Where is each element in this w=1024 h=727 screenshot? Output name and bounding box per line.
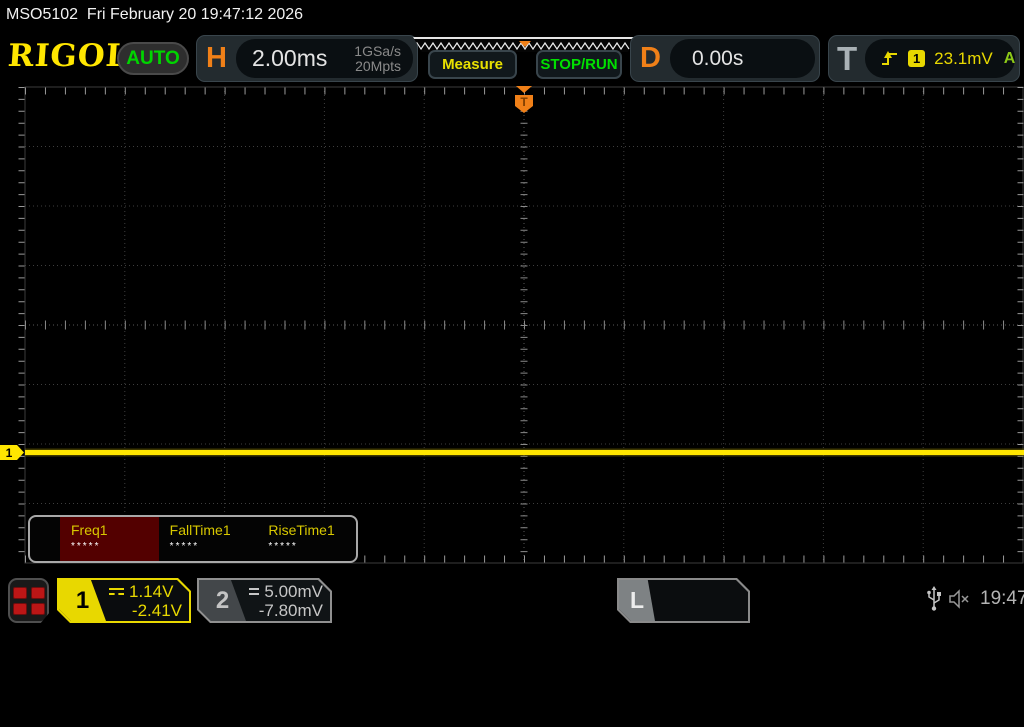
channel1-number-tab[interactable]: 1 (59, 580, 106, 621)
status-bar-title: MSO5102 Fri February 20 19:47:12 2026 (6, 6, 304, 23)
rising-edge-icon (882, 51, 898, 65)
memory-depth: 20Mpts (355, 57, 401, 74)
channel1-marker-number: 1 (6, 446, 13, 460)
overview-position-marker[interactable] (519, 41, 531, 47)
delay-display[interactable]: 0.00s (669, 39, 815, 78)
trigger-level-value: 23.1mV (934, 48, 993, 68)
channel1-position-marker[interactable]: 1 (0, 445, 24, 460)
speaker-mute-icon (949, 589, 969, 609)
trigger-status-badge: AUTO (117, 42, 189, 75)
grid-icon (12, 602, 27, 615)
channel1-scale: 1.14V (129, 581, 174, 601)
channel1-offset: -2.41V (131, 601, 182, 620)
channel2-scale: 5.00mV (264, 581, 323, 601)
channel2-offset: -7.80mV (258, 601, 323, 620)
measurement-value: ***** (169, 541, 200, 552)
sample-rate: 1GSa/s (354, 42, 401, 59)
measurement-item-freq1[interactable]: Freq1 ***** (60, 517, 159, 561)
channel2-number-tab[interactable]: 2 (199, 580, 246, 621)
usb-icon (927, 586, 941, 611)
trigger-source-badge: 1 (908, 50, 926, 67)
logic-analyzer-tab[interactable]: L (619, 580, 655, 621)
measurement-value: ***** (268, 541, 298, 552)
trigger-position-marker[interactable]: T (515, 86, 533, 113)
horizontal-label: H (206, 42, 227, 74)
quick-menu-button[interactable] (8, 578, 49, 623)
grid-center-crosshair (25, 87, 1023, 563)
measurement-label: Freq1 (71, 522, 108, 538)
grid-icon (12, 586, 27, 599)
digital-channels-row1: 0 1 2 3 4 5 6 7 (661, 621, 742, 635)
timebase-display[interactable]: 2.00ms 1GSa/s 20Mpts (235, 39, 413, 78)
stop-run-button[interactable]: STOP/RUN (536, 50, 622, 79)
rigol-logo: RIGOL (6, 38, 130, 74)
measurement-item-risetime1[interactable]: RiseTime1 ***** (257, 517, 356, 561)
digital-channels-row2: 8 9 10 11 12 13 14 15 (661, 675, 742, 689)
waveform-display-area[interactable]: T 1 (0, 85, 1024, 567)
timebase-value: 2.00ms (251, 45, 328, 71)
trigger-display[interactable]: 1 23.1mV A (865, 39, 1016, 78)
grid-icon (30, 586, 45, 599)
trigger-marker-letter: T (520, 95, 528, 109)
measure-button[interactable]: Measure (428, 50, 517, 79)
grid-icon (30, 602, 45, 615)
horizontal-menu[interactable]: H 2.00ms 1GSa/s 20Mpts (196, 35, 418, 82)
logic-analyzer-status-box[interactable]: L 0 1 2 3 4 5 6 7 8 9 10 11 12 13 14 15 (617, 578, 750, 623)
acquisition-info: 1GSa/s 20Mpts (354, 42, 401, 74)
measurement-panel[interactable]: Freq1 ***** FallTime1 ***** RiseTime1 **… (28, 515, 358, 563)
trigger-label: T (837, 39, 858, 77)
system-clock: 19:47 (980, 588, 1024, 609)
measurement-label: RiseTime1 (268, 522, 335, 538)
channel1-status-box[interactable]: 1 1.14V -2.41V (57, 578, 191, 623)
dc-coupling-icon (109, 588, 124, 595)
delay-menu[interactable]: D 0.00s (630, 35, 820, 82)
trigger-menu[interactable]: T 1 23.1mV A (828, 35, 1020, 82)
trigger-sweep-mode: A (1003, 49, 1016, 67)
delay-label: D (640, 42, 661, 74)
measurement-value: ***** (71, 541, 101, 552)
measurement-label: FallTime1 (169, 522, 231, 538)
dc-coupling-icon (249, 588, 259, 595)
delay-value: 0.00s (691, 46, 744, 70)
measurement-item-falltime1[interactable]: FallTime1 ***** (159, 517, 258, 561)
channel2-status-box[interactable]: 2 5.00mV -7.80mV (197, 578, 332, 623)
